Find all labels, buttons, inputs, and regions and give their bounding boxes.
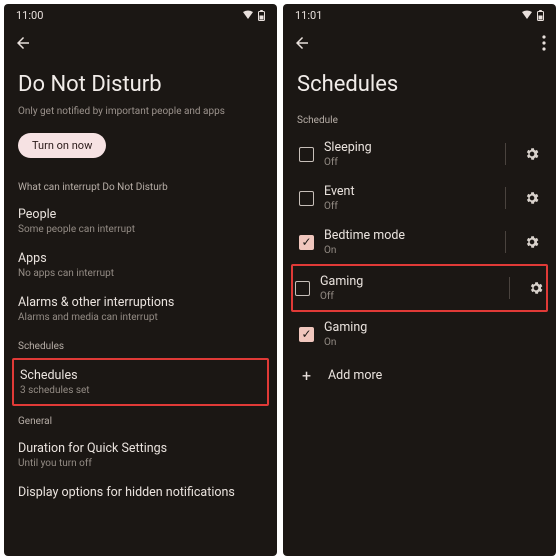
gear-icon[interactable]	[524, 234, 540, 250]
wifi-icon	[242, 10, 254, 20]
schedule-list: SleepingOffEventOff✓Bedtime modeOnGaming…	[297, 132, 542, 356]
gear-icon[interactable]	[524, 190, 540, 206]
checkbox[interactable]	[295, 281, 310, 296]
schedule-row[interactable]: ✓ Gaming On	[297, 312, 542, 356]
schedule-text: Gaming On	[324, 320, 540, 348]
checkbox[interactable]: ✓	[299, 235, 314, 250]
row-duration[interactable]: Duration for Quick Settings Until you tu…	[18, 433, 263, 477]
row-sub: Alarms and media can interrupt	[18, 312, 263, 323]
schedule-row[interactable]: Event Off	[297, 176, 542, 220]
section-schedule-label: Schedule	[297, 115, 542, 126]
schedule-state: On	[324, 337, 540, 348]
page-title: Schedules	[297, 72, 542, 97]
status-time: 11:01	[295, 9, 322, 22]
schedule-text: Bedtime mode On	[324, 228, 487, 256]
page-title: Do Not Disturb	[18, 72, 263, 97]
schedule-label: Event	[324, 184, 487, 199]
schedule-text: Gaming Off	[320, 274, 491, 302]
content: Schedules Schedule Sleeping Off Event Off ✓ B…	[283, 60, 556, 556]
plus-icon: +	[299, 366, 314, 385]
section-schedules-label: Schedules	[18, 341, 263, 352]
back-icon[interactable]	[293, 34, 311, 52]
section-interrupt-label: What can interrupt Do Not Disturb	[18, 182, 263, 193]
turn-on-button[interactable]: Turn on now	[18, 133, 106, 158]
status-icons	[521, 10, 544, 21]
row-title: Duration for Quick Settings	[18, 441, 263, 456]
row-sub: Until you turn off	[18, 458, 263, 469]
row-schedules[interactable]: Schedules 3 schedules set	[12, 358, 269, 406]
page-subtitle: Only get notified by important people an…	[18, 105, 263, 119]
add-more-row[interactable]: + Add more	[297, 356, 542, 395]
status-time: 11:00	[16, 9, 43, 22]
schedule-row[interactable]: ✓ Bedtime mode On	[297, 220, 542, 264]
row-title: Apps	[18, 251, 263, 266]
checkbox[interactable]	[299, 147, 314, 162]
section-general-label: General	[18, 416, 263, 427]
status-icons	[242, 10, 265, 21]
checkbox[interactable]: ✓	[299, 327, 314, 342]
row-sub: 3 schedules set	[20, 385, 261, 396]
gear-icon[interactable]	[528, 280, 544, 296]
content: Do Not Disturb Only get notified by impo…	[4, 60, 277, 556]
row-display-options[interactable]: Display options for hidden notifications	[18, 477, 263, 508]
overflow-menu-icon[interactable]	[542, 35, 546, 51]
checkbox[interactable]	[299, 191, 314, 206]
schedule-label: Gaming	[324, 320, 540, 335]
top-bar	[283, 26, 556, 60]
schedule-state: On	[324, 245, 487, 256]
status-bar: 11:01	[283, 4, 556, 26]
row-title: Alarms & other interruptions	[18, 295, 263, 310]
row-sub: No apps can interrupt	[18, 268, 263, 279]
divider	[505, 143, 506, 165]
gear-icon[interactable]	[524, 146, 540, 162]
schedule-label: Sleeping	[324, 140, 487, 155]
schedule-state: Off	[324, 201, 487, 212]
divider	[505, 187, 506, 209]
row-title: Schedules	[20, 368, 261, 383]
row-sub: Some people can interrupt	[18, 224, 263, 235]
status-bar: 11:00	[4, 4, 277, 26]
row-people[interactable]: People Some people can interrupt	[18, 199, 263, 243]
row-alarms[interactable]: Alarms & other interruptions Alarms and …	[18, 287, 263, 331]
top-bar	[4, 26, 277, 60]
schedule-row[interactable]: Sleeping Off	[297, 132, 542, 176]
schedule-state: Off	[324, 157, 487, 168]
divider	[505, 231, 506, 253]
schedule-row[interactable]: Gaming Off	[291, 264, 548, 312]
wifi-icon	[521, 10, 533, 20]
schedule-text: Event Off	[324, 184, 487, 212]
screen-do-not-disturb: 11:00 Do Not Disturb Only get notified b…	[4, 4, 277, 556]
row-title: Display options for hidden notifications	[18, 485, 263, 500]
battery-icon	[537, 10, 544, 21]
schedule-label: Bedtime mode	[324, 228, 487, 243]
add-more-label: Add more	[328, 368, 382, 383]
battery-icon	[258, 10, 265, 21]
schedule-text: Sleeping Off	[324, 140, 487, 168]
schedule-label: Gaming	[320, 274, 491, 289]
screen-schedules: 11:01 Schedules Schedule SleepingOffEven…	[283, 4, 556, 556]
back-icon[interactable]	[14, 34, 32, 52]
divider	[509, 277, 510, 299]
row-apps[interactable]: Apps No apps can interrupt	[18, 243, 263, 287]
schedule-state: Off	[320, 291, 491, 302]
row-title: People	[18, 207, 263, 222]
